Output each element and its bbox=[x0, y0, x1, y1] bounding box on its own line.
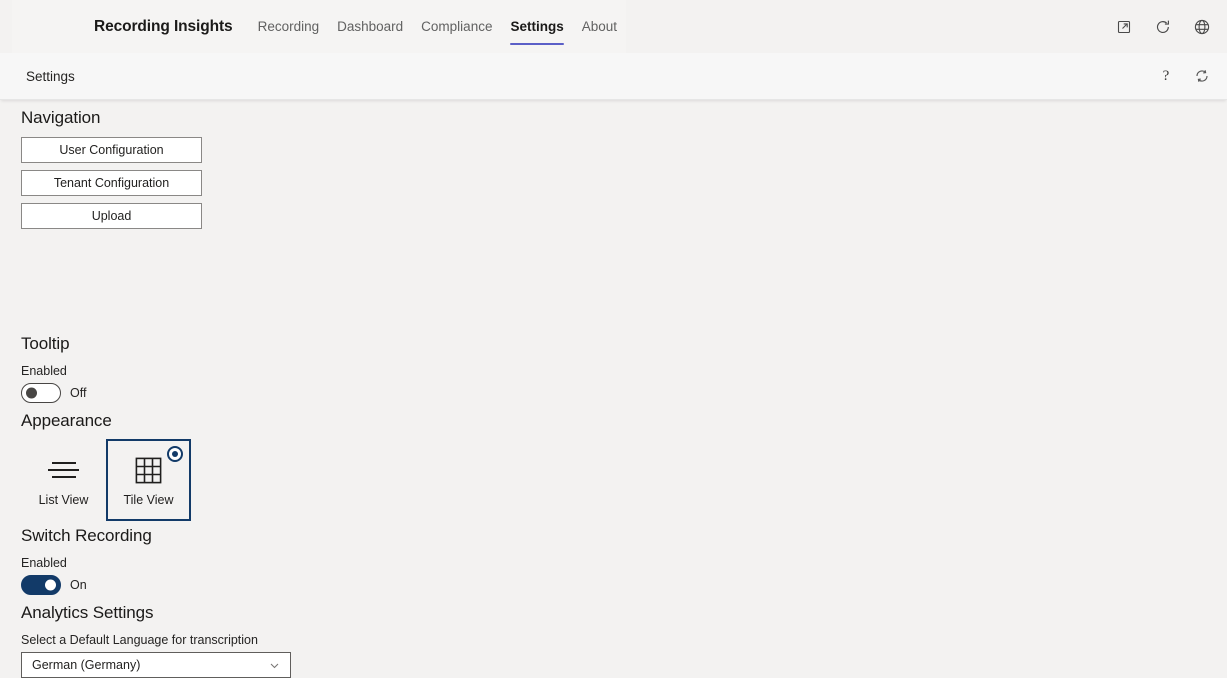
switch-recording-enabled-label: Enabled bbox=[21, 556, 67, 570]
tab-dashboard[interactable]: Dashboard bbox=[328, 0, 412, 53]
analytics-settings-section: Analytics Settings Select a Default Lang… bbox=[21, 603, 291, 678]
tile-view-icon bbox=[135, 453, 162, 487]
list-view-icon bbox=[48, 453, 79, 487]
appearance-option-tile-view[interactable]: Tile View bbox=[106, 439, 191, 521]
page-title: Settings bbox=[26, 68, 75, 84]
analytics-heading: Analytics Settings bbox=[21, 603, 154, 622]
switch-recording-toggle[interactable] bbox=[21, 575, 61, 595]
help-glyph: ? bbox=[1162, 67, 1170, 84]
navigation-section: Navigation User Configuration Tenant Con… bbox=[21, 108, 202, 236]
toggle-knob bbox=[45, 579, 56, 591]
upload-button[interactable]: Upload bbox=[21, 203, 202, 229]
tenant-configuration-button[interactable]: Tenant Configuration bbox=[21, 170, 202, 196]
chevron-down-icon bbox=[268, 659, 281, 672]
toggle-knob bbox=[26, 387, 37, 399]
tab-about[interactable]: About bbox=[573, 0, 626, 53]
sub-header: Settings ? bbox=[0, 53, 1227, 100]
navigation-heading: Navigation bbox=[21, 108, 101, 127]
settings-content: Navigation User Configuration Tenant Con… bbox=[0, 100, 1227, 678]
list-view-label: List View bbox=[38, 493, 89, 507]
appearance-option-list-view[interactable]: List View bbox=[21, 439, 106, 521]
language-select-label: Select a Default Language for transcript… bbox=[21, 633, 258, 647]
tab-settings[interactable]: Settings bbox=[501, 0, 572, 53]
tooltip-toggle-state: Off bbox=[70, 386, 87, 400]
pop-out-icon[interactable] bbox=[1113, 16, 1135, 38]
tab-compliance[interactable]: Compliance bbox=[412, 0, 501, 53]
tooltip-toggle[interactable] bbox=[21, 383, 61, 403]
brand-title: Recording Insights bbox=[94, 17, 233, 35]
switch-recording-section: Switch Recording Enabled On bbox=[21, 526, 152, 595]
help-icon[interactable]: ? bbox=[1157, 67, 1175, 85]
radio-selected-icon bbox=[167, 446, 183, 462]
language-select-value: German (Germany) bbox=[32, 658, 141, 672]
refresh-icon[interactable] bbox=[1152, 16, 1174, 38]
switch-recording-heading: Switch Recording bbox=[21, 526, 152, 545]
user-configuration-button[interactable]: User Configuration bbox=[21, 137, 202, 163]
globe-icon[interactable] bbox=[1191, 16, 1213, 38]
sync-icon[interactable] bbox=[1193, 67, 1211, 85]
app-bar-actions bbox=[1113, 0, 1213, 53]
appearance-section: Appearance List View Tile View bbox=[21, 411, 191, 521]
appearance-options: List View Tile View bbox=[21, 439, 191, 521]
primary-nav: Recording Insights Recording Dashboard C… bbox=[94, 0, 626, 53]
tile-view-label: Tile View bbox=[123, 493, 174, 507]
tab-recording[interactable]: Recording bbox=[249, 0, 329, 53]
language-select[interactable]: German (Germany) bbox=[21, 652, 291, 678]
sub-header-actions: ? bbox=[1157, 53, 1211, 99]
tooltip-heading: Tooltip bbox=[21, 334, 70, 353]
switch-recording-toggle-row: On bbox=[21, 575, 152, 595]
appearance-heading: Appearance bbox=[21, 411, 112, 430]
tooltip-toggle-row: Off bbox=[21, 383, 86, 403]
tooltip-enabled-label: Enabled bbox=[21, 364, 67, 378]
switch-recording-toggle-state: On bbox=[70, 578, 87, 592]
tooltip-section: Tooltip Enabled Off bbox=[21, 334, 86, 403]
app-bar: Recording Insights Recording Dashboard C… bbox=[0, 0, 1227, 53]
